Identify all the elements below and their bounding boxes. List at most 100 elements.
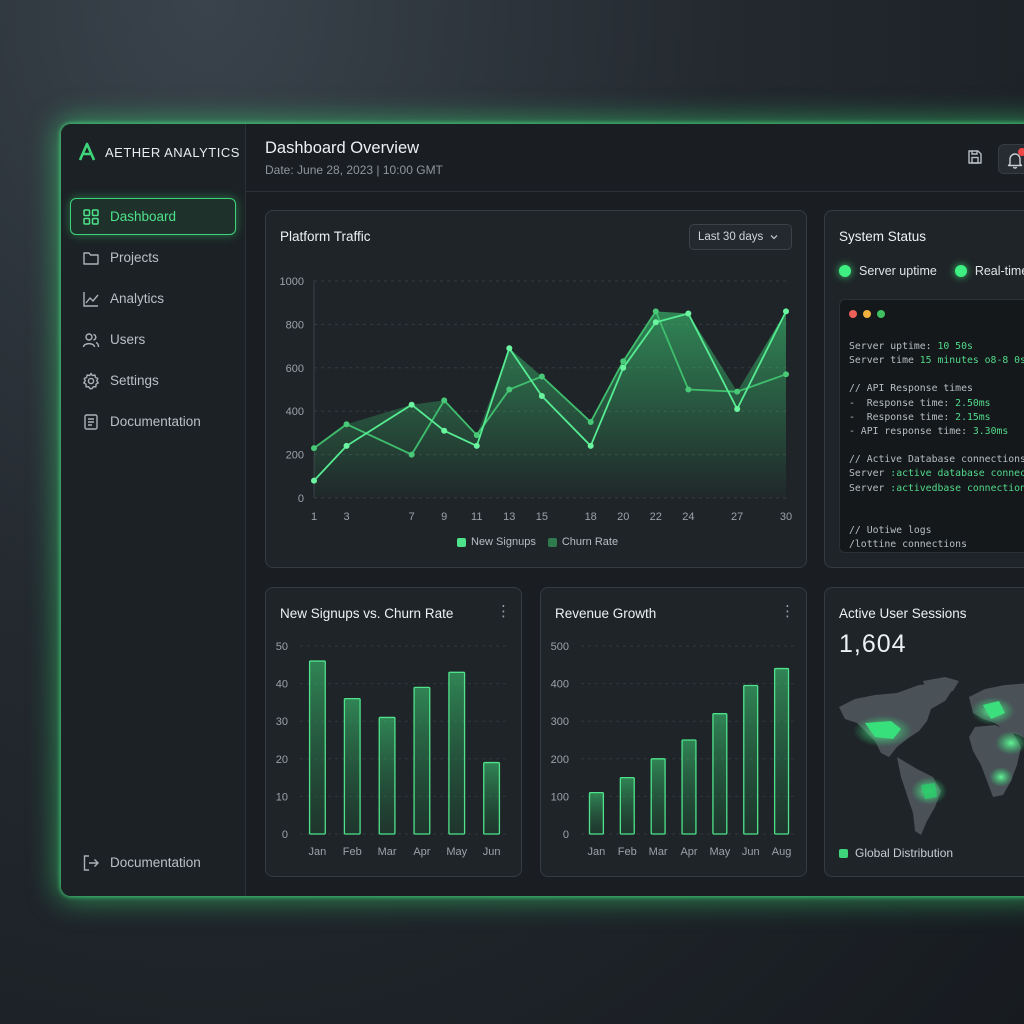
sidebar-item-dashboard[interactable]: Dashboard <box>70 198 236 235</box>
bar-feb <box>619 776 635 835</box>
world-map <box>839 677 1024 835</box>
notification-badge <box>1018 148 1024 156</box>
x-tick-label: Apr <box>680 846 697 858</box>
legend-swatch <box>457 537 466 547</box>
y-tick-label: 0 <box>282 829 288 841</box>
data-point-churn-rate <box>343 421 350 428</box>
y-tick-label: 0 <box>298 493 304 505</box>
terminal-value: 10 50s <box>937 341 973 352</box>
terminal-text: // API Response times <box>849 383 973 395</box>
x-tick-label: 22 <box>650 511 662 523</box>
terminal-line: Server uptime: 10 50s <box>849 340 1024 354</box>
document-icon <box>84 413 98 430</box>
x-tick-label: 27 <box>731 511 743 523</box>
x-tick-label: 13 <box>503 511 515 523</box>
x-tick-label: 18 <box>585 511 597 523</box>
more-menu-icon[interactable]: ⋮ <box>496 602 511 620</box>
terminal-window-dots <box>849 310 885 318</box>
sidebar-item-label: Dashboard <box>110 209 177 224</box>
data-point-new-signups <box>734 406 741 413</box>
chart-legend: New Signups Churn Rate <box>457 536 618 548</box>
bar-aug <box>773 667 790 835</box>
map-legend-label: Global Distribution <box>855 846 954 860</box>
x-tick-label: 1 <box>311 511 317 523</box>
terminal-lines: Server uptime: 10 50s Server time 15 minu… <box>849 340 1024 552</box>
bar-feb <box>343 697 361 835</box>
terminal-text: Server time <box>849 355 920 367</box>
terminal-text: Server <box>849 468 891 480</box>
active-sessions-card: Active User Sessions 1,604 Global Distri… <box>824 587 1024 877</box>
y-tick-label: 50 <box>276 641 288 653</box>
x-tick-label: May <box>446 846 467 858</box>
y-tick-label: 300 <box>551 716 569 728</box>
more-menu-icon[interactable]: ⋮ <box>780 602 795 620</box>
status-label: Real-time <box>974 264 1024 278</box>
data-point-churn-rate <box>652 308 659 315</box>
sidebar-item-analytics[interactable]: Analytics <box>70 280 236 317</box>
sidebar-item-label: Analytics <box>110 291 165 306</box>
bar-mar <box>378 716 396 835</box>
x-tick-label: 3 <box>343 511 349 523</box>
data-point-churn-rate <box>685 386 692 393</box>
x-tick-label: 15 <box>536 511 548 523</box>
signups-churn-card: New Signups vs. Churn Rate ⋮ 0 10 20 30 40 50… <box>265 587 522 877</box>
data-point-new-signups <box>685 310 692 317</box>
card-title: System Status <box>839 229 927 244</box>
sidebar-item-documentation-bottom[interactable]: Documentation <box>70 844 236 881</box>
y-tick-label: 0 <box>563 829 569 841</box>
legend-item-new-signups: New Signups <box>457 536 536 548</box>
status-indicators: Server uptime Real-time <box>839 264 1024 278</box>
x-tick-label: Jun <box>483 846 501 858</box>
terminal-text: - Response time: <box>849 411 956 423</box>
data-point-new-signups <box>311 477 317 484</box>
x-tick-label: Jan <box>588 846 606 858</box>
sidebar-item-settings[interactable]: Settings <box>70 362 236 399</box>
y-tick-label: 40 <box>276 679 288 691</box>
sidebar-item-label: Documentation <box>110 414 201 429</box>
bar-jun <box>483 761 501 835</box>
range-dropdown[interactable]: Last 30 days <box>689 224 792 250</box>
x-tick-label: Jun <box>742 846 760 858</box>
maximize-dot <box>877 310 885 318</box>
bar-mar <box>650 758 666 835</box>
sidebar-item-users[interactable]: Users <box>70 321 236 358</box>
notifications-button[interactable] <box>998 144 1024 174</box>
chevron-down-icon <box>770 235 778 240</box>
legend-label: New Signups <box>471 536 536 548</box>
y-tick-label: 200 <box>286 450 304 462</box>
bar-jun <box>743 684 759 835</box>
status-label: Server uptime <box>859 264 937 278</box>
x-tick-label: Mar <box>378 846 397 858</box>
x-tick-label: Feb <box>343 846 362 858</box>
terminal-line: // Active Database connections <box>849 453 1024 467</box>
sidebar-item-projects[interactable]: Projects <box>70 239 236 276</box>
x-tick-label: May <box>709 846 730 858</box>
page-title: Dashboard Overview <box>265 139 420 157</box>
status-real-time: Real-time <box>954 264 1024 278</box>
card-title: New Signups vs. Churn Rate <box>280 606 454 621</box>
sidebar-item-documentation[interactable]: Documentation <box>70 403 236 440</box>
card-title: Platform Traffic <box>280 229 371 244</box>
y-tick-label: 500 <box>551 641 569 653</box>
brand[interactable]: AETHER ANALYTICS <box>77 142 240 162</box>
x-tick-label: Mar <box>649 846 668 858</box>
status-dot <box>839 265 851 277</box>
terminal-value: 2.50ms <box>955 397 991 409</box>
x-tick-label: Apr <box>413 846 430 858</box>
terminal-value: :activedbase connection <box>890 482 1024 494</box>
legend-label: Churn Rate <box>561 536 619 548</box>
legend-swatch <box>839 848 848 858</box>
bar-apr <box>681 739 697 835</box>
app-window: AETHER ANALYTICS Dashboard Projects Anal… <box>61 124 1024 896</box>
terminal-text: - API response time: <box>849 426 973 438</box>
y-tick-label: 200 <box>551 754 569 766</box>
terminal-line: - Response time: 2.15ms <box>849 411 1024 425</box>
save-icon[interactable] <box>966 148 984 166</box>
line-chart-icon <box>83 291 99 307</box>
sidebar-bottom: Documentation <box>70 844 236 885</box>
terminal-text: /lottine connections <box>849 539 967 551</box>
x-tick-label: 24 <box>682 511 694 523</box>
